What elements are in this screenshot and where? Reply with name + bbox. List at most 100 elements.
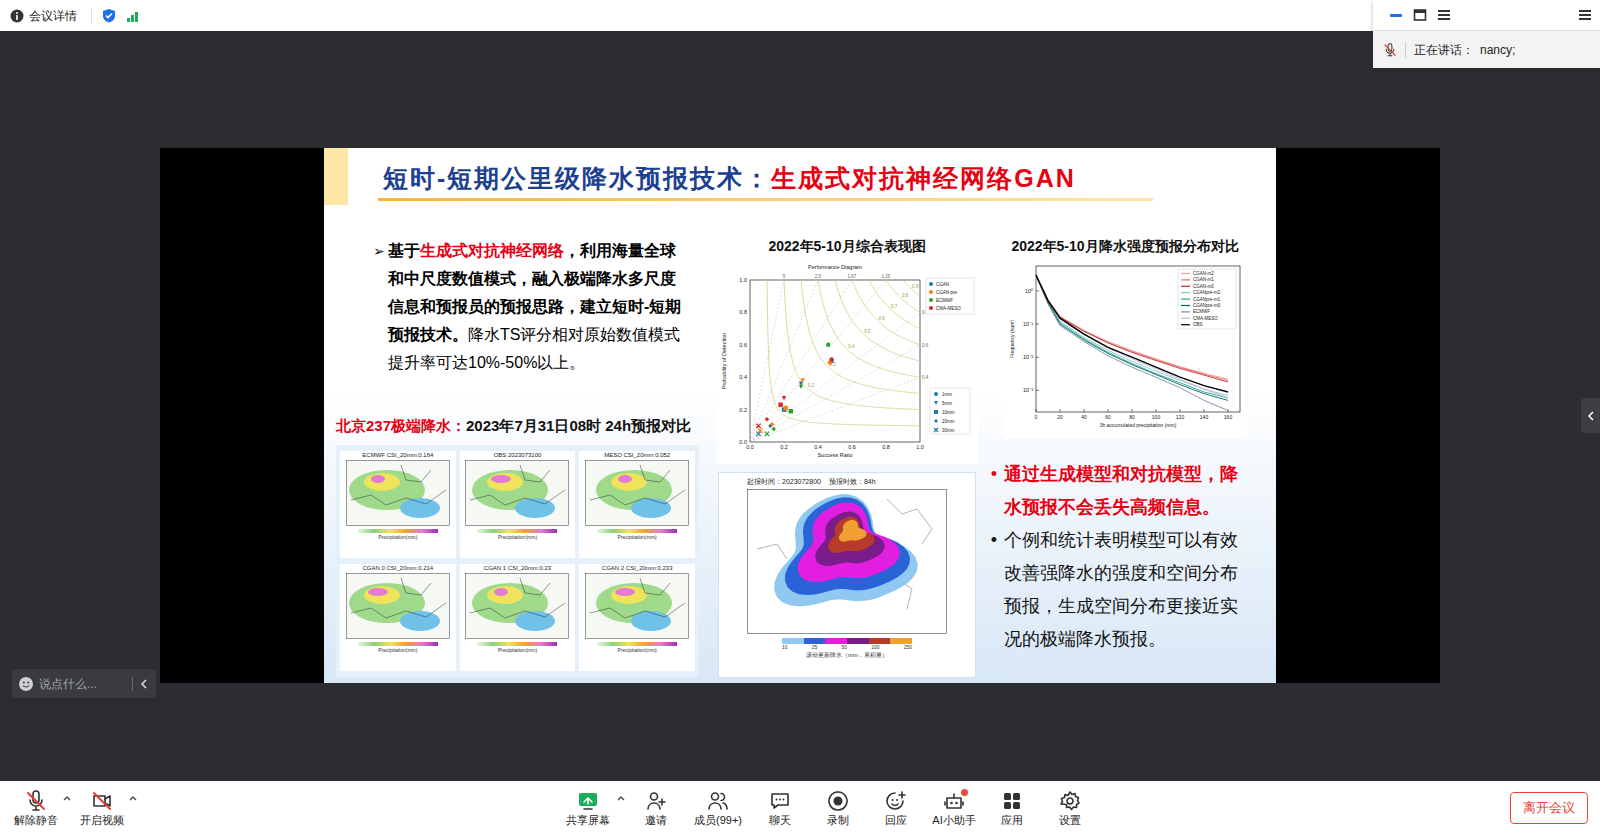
toolbar-left: 解除静音 开启视频 (0, 790, 560, 828)
chart-label: 0.0 (746, 444, 754, 450)
colorbar-segment (869, 638, 891, 644)
side-panel-toggle[interactable] (1581, 398, 1600, 433)
map-title: ECMWF CSI_20mm:0.164 (362, 451, 433, 460)
colorbar-ticks: 102550100250 (782, 644, 912, 651)
chart-label: CMA-MESO (936, 306, 961, 311)
share-button[interactable]: 共享屏幕 (560, 790, 616, 828)
leave-meeting-button[interactable]: 离开会议 (1510, 792, 1588, 824)
title-underline (378, 198, 1153, 201)
toolbar-menu-toggle[interactable] (128, 794, 138, 802)
ai-button[interactable]: AI小助手 (926, 790, 982, 828)
chat-input[interactable] (39, 675, 109, 693)
chart-label: 1mm (942, 392, 952, 397)
speaker-mic-icon (1383, 43, 1397, 57)
map-colorbar (597, 529, 677, 533)
chart-label: 160 (1224, 414, 1233, 420)
csi-curve (903, 280, 920, 296)
chat-button[interactable]: 聊天 (752, 790, 808, 828)
toolbar-label[interactable]: 开启视频 (80, 813, 124, 828)
meeting-info-button[interactable]: 会议详情 (10, 8, 77, 24)
toolbar-item: 录制 (810, 790, 866, 828)
intro-segment: 生成式对抗神经网络 (420, 242, 564, 259)
restore-icon[interactable] (1413, 8, 1427, 22)
toolbar-label[interactable]: 聊天 (769, 813, 791, 828)
map-title: CGAN 2 CSI_20mm:0.233 (602, 564, 673, 573)
toolbar-menu-toggle[interactable] (62, 794, 72, 802)
right-column: 2022年5-10月降水强度预报分布对比10⁰10⁻¹10⁻²10⁻³02040… (984, 210, 1266, 683)
toolbar-label[interactable]: 共享屏幕 (566, 813, 610, 828)
record-button[interactable]: 录制 (810, 790, 866, 828)
bias-line (750, 312, 920, 442)
legend-swatch (929, 282, 933, 286)
menu-icon[interactable] (1437, 8, 1451, 22)
meeting-info-label[interactable]: 会议详情 (29, 8, 77, 24)
toolbar-label[interactable]: 应用 (1001, 813, 1023, 828)
title-blue: 短时-短期公里级降水预报技术： (383, 164, 771, 192)
legend-swatch (1181, 324, 1190, 325)
series-line (1036, 275, 1228, 392)
point-text: 通过生成模型和对抗模型，降水预报不会丢失高频信息。 (1004, 458, 1246, 524)
data-point (765, 432, 769, 436)
map-colorbar-label: Precipitation(mm) (378, 533, 417, 541)
notification-dot (961, 789, 968, 796)
precip-map (585, 460, 689, 526)
toolbar-label[interactable]: 邀请 (645, 813, 667, 828)
toolbar-label[interactable]: 设置 (1059, 813, 1081, 828)
slide-title: 短时-短期公里级降水预报技术：生成式对抗神经网络GAN (383, 162, 1153, 194)
chart-label: 0.8 (739, 309, 747, 315)
colorbar-segment (782, 638, 804, 644)
emoji-icon (18, 676, 34, 692)
data-point (801, 378, 805, 382)
chart-label: 0.4 (739, 374, 747, 380)
bottom-toolbar: 解除静音 开启视频 共享屏幕 邀请 成员(99+) 聊天 录制 回应 AI小助手 应用 设置 离开会议 (0, 781, 1600, 832)
share-icon (577, 790, 599, 812)
speaker-panel: 正在讲话：nancy; (1373, 0, 1600, 68)
forecast-map-panel: 起报时间：2023072800预报时效：84h102550100250滚动更新降… (718, 472, 976, 678)
toolbar-label[interactable]: 回应 (885, 813, 907, 828)
legend-swatch (929, 306, 933, 310)
toolbar-menu-toggle[interactable] (616, 794, 626, 802)
toolbar-label[interactable]: 成员(99+) (694, 813, 742, 828)
perf-heading: 2022年5-10月综合表现图 (768, 236, 925, 256)
chat-icon (769, 790, 791, 812)
csi-curve (801, 280, 920, 393)
toolbar-label[interactable]: AI小助手 (932, 813, 975, 828)
main-area: 短时-短期公里级降水预报技术：生成式对抗神经网络GAN➢基于生成式对抗神经网络，… (0, 31, 1600, 781)
chart-label: 5mm (942, 401, 952, 406)
colorbar-tick: 250 (904, 644, 912, 651)
legend-swatch (929, 290, 933, 294)
slide-title-row: 短时-短期公里级降水预报技术：生成式对抗神经网络GAN (324, 148, 1276, 210)
chart-label: 40 (1081, 414, 1087, 420)
colorbar-tick: 10 (782, 644, 788, 651)
chart-label: ECMWF (1193, 309, 1210, 314)
toolbar-item: 开启视频 (76, 790, 138, 828)
toolbar-label[interactable]: 解除静音 (14, 813, 58, 828)
meeting-window: 会议详情短时-短期公里级降水预报技术：生成式对抗神经网络GAN➢基于生成式对抗神… (0, 0, 1600, 832)
top-bar: 会议详情 (0, 0, 1600, 31)
apps-button[interactable]: 应用 (984, 790, 1040, 828)
mic-button[interactable]: 解除静音 (10, 790, 62, 828)
chart-label: OBS (1193, 322, 1203, 327)
collapse-icon[interactable] (138, 678, 150, 690)
minimize-icon[interactable] (1389, 8, 1403, 22)
legend-swatch (1181, 273, 1190, 274)
members-button[interactable]: 成员(99+) (686, 790, 750, 828)
map-colorbar-label: Precipitation(mm) (618, 533, 657, 541)
summary-points: •通过生成模型和对抗模型，降水预报不会丢失高频信息。•个例和统计表明模型可以有效… (984, 458, 1266, 656)
list-icon[interactable] (1578, 8, 1592, 22)
map-colorbar (358, 642, 438, 646)
chart-label: 1.67 (847, 274, 856, 279)
csi-curve (869, 280, 920, 329)
react-button[interactable]: 回应 (868, 790, 924, 828)
plot-area (750, 280, 920, 442)
camera-button[interactable]: 开启视频 (76, 790, 128, 828)
summary-point: •通过生成模型和对抗模型，降水预报不会丢失高频信息。 (984, 458, 1266, 524)
settings-button[interactable]: 设置 (1042, 790, 1098, 828)
invite-button[interactable]: 邀请 (628, 790, 684, 828)
separator (1405, 42, 1406, 58)
toolbar-label[interactable]: 录制 (827, 813, 849, 828)
chart-label: 60 (1105, 414, 1111, 420)
speaker-row: 正在讲话：nancy; (1373, 30, 1600, 68)
precip-contour (774, 494, 918, 606)
map-grid: ECMWF CSI_20mm:0.164Precipitation(mm)OBS… (336, 445, 699, 677)
